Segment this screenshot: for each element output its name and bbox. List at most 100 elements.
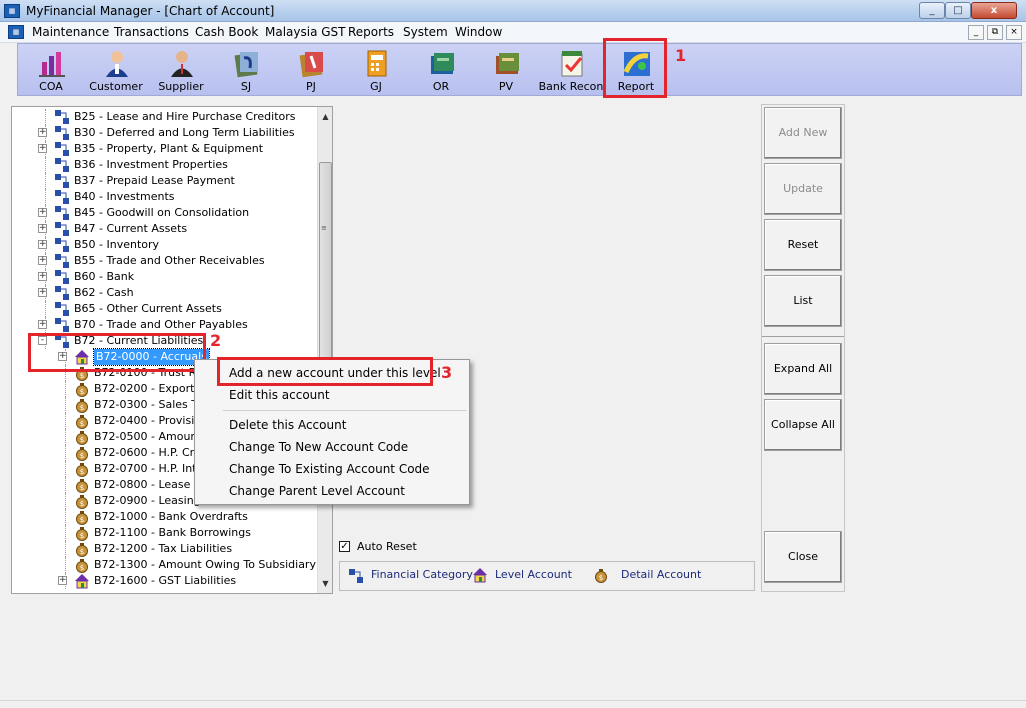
svg-text:$: $: [80, 516, 84, 524]
menu-transactions[interactable]: Transactions: [114, 25, 189, 39]
menu-malaysia-gst[interactable]: Malaysia GST: [265, 25, 346, 39]
tree-item[interactable]: + B47 - Current Assets: [12, 221, 317, 237]
tree-item[interactable]: + B62 - Cash: [12, 285, 317, 301]
bank-recon-icon: [561, 51, 583, 77]
customer-icon: [106, 51, 128, 77]
menu-reports[interactable]: Reports: [348, 25, 394, 39]
detail-account-moneybag-icon: $: [76, 543, 88, 557]
tree-item[interactable]: B65 - Other Current Assets: [12, 301, 317, 317]
expand-icon[interactable]: +: [38, 144, 47, 153]
tree-item[interactable]: B40 - Investments: [12, 189, 317, 205]
add-new-button[interactable]: Add New: [764, 107, 842, 159]
tree-item[interactable]: $ B72-1000 - Bank Overdrafts: [12, 509, 317, 525]
financial-category-icon: [55, 110, 69, 124]
mdi-close-button[interactable]: ×: [1006, 25, 1022, 40]
financial-category-icon: [55, 270, 69, 284]
toolbar-or-button[interactable]: OR: [411, 44, 471, 95]
close-button[interactable]: Close: [764, 531, 842, 583]
tree-item-label: B60 - Bank: [74, 270, 135, 283]
toolbar-customer-button[interactable]: Customer: [86, 44, 146, 95]
menu-item-change-new-code[interactable]: Change To New Account Code: [229, 440, 408, 454]
grip-icon: ≡: [321, 224, 327, 232]
tree-item[interactable]: B37 - Prepaid Lease Payment: [12, 173, 317, 189]
expand-all-button[interactable]: Expand All: [764, 343, 842, 395]
tree-line: [65, 445, 66, 461]
menu-window[interactable]: Window: [455, 25, 502, 39]
tree-item[interactable]: + B45 - Goodwill on Consolidation: [12, 205, 317, 221]
toolbar-pj-button[interactable]: PJ: [281, 44, 341, 95]
scroll-up-arrow-icon[interactable]: ▲: [318, 109, 333, 124]
expand-icon[interactable]: +: [38, 240, 47, 249]
tree-item-label: B62 - Cash: [74, 286, 134, 299]
scroll-down-arrow-icon[interactable]: ▼: [318, 576, 333, 591]
expand-icon[interactable]: +: [38, 208, 47, 217]
expand-icon[interactable]: +: [38, 256, 47, 265]
menu-item-change-parent[interactable]: Change Parent Level Account: [229, 484, 405, 498]
mdi-document-icon[interactable]: ▦: [8, 25, 24, 39]
purchase-journal-icon: [299, 52, 323, 78]
financial-category-icon: [55, 158, 69, 172]
toolbar-gj-button[interactable]: GJ: [346, 44, 406, 95]
svg-text:$: $: [80, 564, 84, 572]
legend-level-account: Level Account: [495, 568, 572, 581]
toolbar-bank-recon-button[interactable]: Bank Recon: [539, 44, 603, 95]
tree-scrollbar[interactable]: ▲ ≡ ▼: [317, 107, 332, 593]
menu-maintenance[interactable]: Maintenance: [32, 25, 109, 39]
tree-item[interactable]: + B35 - Property, Plant & Equipment: [12, 141, 317, 157]
menu-cash-book[interactable]: Cash Book: [195, 25, 258, 39]
menu-item-delete-account[interactable]: Delete this Account: [229, 418, 346, 432]
supplier-icon: [171, 51, 193, 77]
mdi-restore-button[interactable]: ⧉: [987, 25, 1003, 40]
tree-item-label: B72-1100 - Bank Borrowings: [94, 526, 251, 539]
tree-item-label: B72-0900 - Leasing I: [94, 494, 208, 507]
expand-icon[interactable]: +: [58, 576, 67, 585]
list-button[interactable]: List: [764, 275, 842, 327]
tree-item[interactable]: B25 - Lease and Hire Purchase Creditors: [12, 109, 317, 125]
tree-item[interactable]: + B55 - Trade and Other Receivables: [12, 253, 317, 269]
expand-icon[interactable]: +: [38, 224, 47, 233]
tree-line: [65, 541, 66, 557]
tree-line: [65, 381, 66, 397]
tree-item[interactable]: + B60 - Bank: [12, 269, 317, 285]
panel-divider: [762, 336, 844, 337]
menu-system[interactable]: System: [403, 25, 448, 39]
close-window-button[interactable]: x: [971, 2, 1017, 19]
detail-account-moneybag-icon: $: [76, 447, 88, 461]
tree-line: [45, 173, 46, 189]
expand-icon[interactable]: +: [38, 272, 47, 281]
tree-item[interactable]: $ B72-1100 - Bank Borrowings: [12, 525, 317, 541]
reset-button[interactable]: Reset: [764, 219, 842, 271]
detail-account-moneybag-icon: $: [76, 527, 88, 541]
tree-item-label: B72-0600 - H.P. Cred: [94, 446, 208, 459]
mdi-minimize-button[interactable]: _: [968, 25, 984, 40]
toolbar-coa-button[interactable]: COA: [21, 44, 81, 95]
annotation-label-1: 1: [675, 46, 687, 65]
tree-item-label: B40 - Investments: [74, 190, 175, 203]
expand-icon[interactable]: +: [38, 288, 47, 297]
expand-icon[interactable]: +: [38, 128, 47, 137]
tree-item-label: B47 - Current Assets: [74, 222, 188, 235]
financial-category-icon: [55, 142, 69, 156]
tree-item[interactable]: + B70 - Trade and Other Payables: [12, 317, 317, 333]
collapse-all-button[interactable]: Collapse All: [764, 399, 842, 451]
toolbar-sj-button[interactable]: SJ: [216, 44, 276, 95]
toolbar-supplier-button[interactable]: Supplier: [151, 44, 211, 95]
menu-item-edit-account[interactable]: Edit this account: [229, 388, 330, 402]
tree-item[interactable]: $ B72-1200 - Tax Liabilities: [12, 541, 317, 557]
svg-text:$: $: [80, 468, 84, 476]
tree-item[interactable]: + B72-1600 - GST Liabilities: [12, 573, 317, 589]
toolbar-pv-button[interactable]: PV: [476, 44, 536, 95]
maximize-button[interactable]: □: [945, 2, 971, 19]
tree-item[interactable]: B36 - Investment Properties: [12, 157, 317, 173]
tree-item[interactable]: + B50 - Inventory: [12, 237, 317, 253]
minimize-button[interactable]: _: [919, 2, 945, 19]
expand-icon[interactable]: +: [38, 320, 47, 329]
tree-item[interactable]: + B30 - Deferred and Long Term Liabilitie…: [12, 125, 317, 141]
update-button[interactable]: Update: [764, 163, 842, 215]
financial-category-icon: [55, 126, 69, 140]
tree-item[interactable]: $ B72-1300 - Amount Owing To Subsidiary: [12, 557, 317, 573]
svg-text:$: $: [80, 436, 84, 444]
auto-reset-checkbox[interactable]: ✓: [339, 541, 350, 552]
official-receipt-icon: [431, 53, 454, 74]
menu-item-change-existing-code[interactable]: Change To Existing Account Code: [229, 462, 430, 476]
